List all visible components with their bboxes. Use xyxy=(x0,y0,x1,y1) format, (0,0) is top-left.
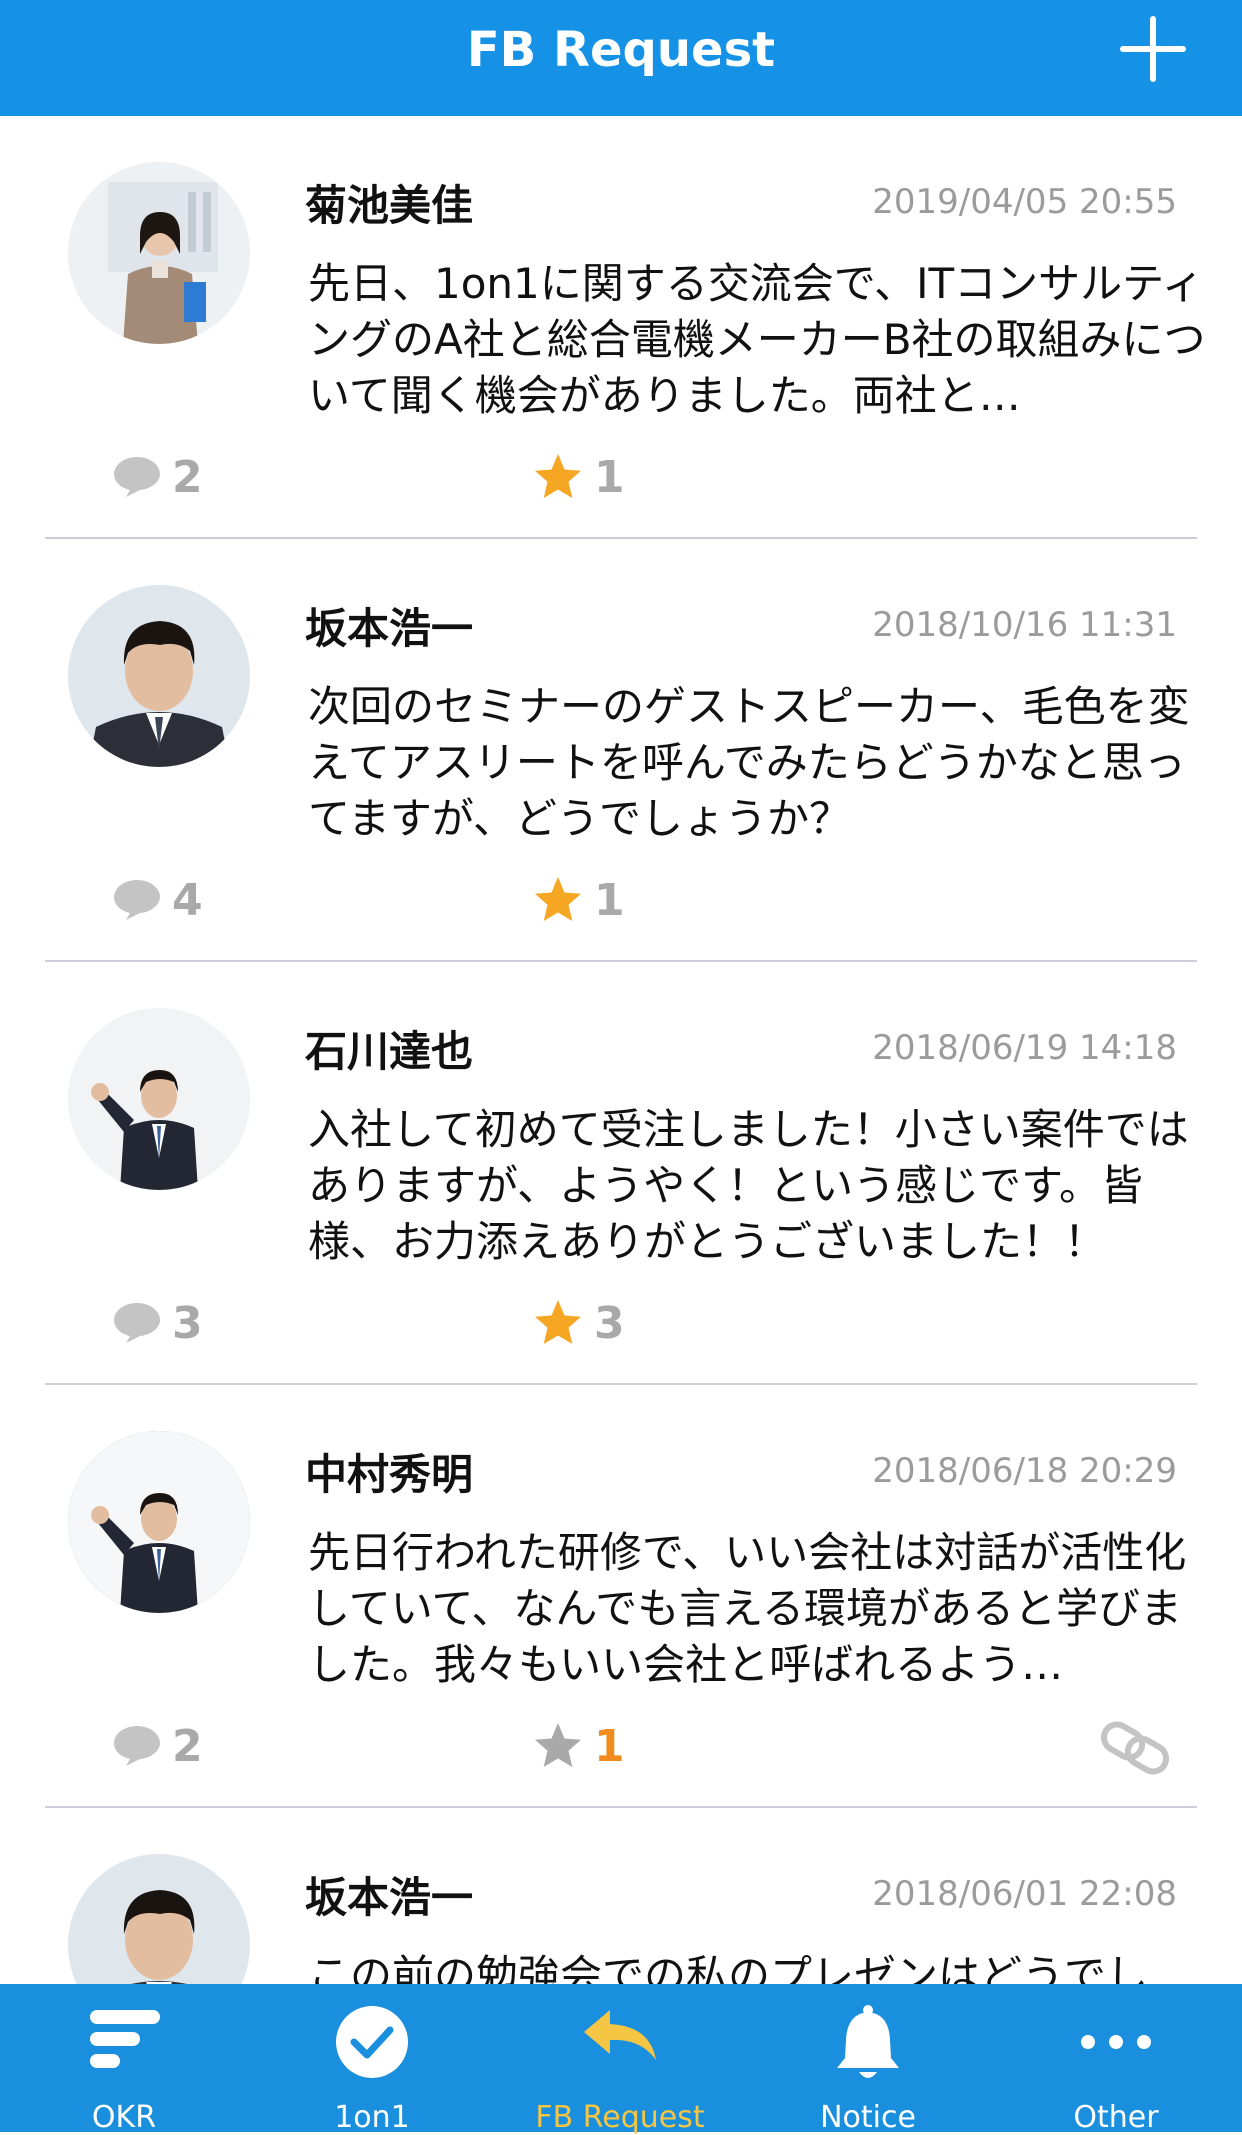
star-icon xyxy=(532,1298,584,1348)
more-dots-icon xyxy=(1076,2004,1156,2078)
avatar[interactable] xyxy=(68,585,250,767)
tab-label: Notice xyxy=(820,2100,916,2135)
author-name: 坂本浩一 xyxy=(305,1873,474,1922)
star-count-button[interactable]: 3 xyxy=(532,1295,625,1351)
tab-fb-request[interactable]: FB Request xyxy=(496,1984,744,2135)
feed-item[interactable]: 坂本浩一 2018/10/16 11:31 次回のセミナーのゲストスピーカー、毛… xyxy=(0,539,1242,962)
post-timestamp: 2018/10/16 11:31 xyxy=(872,605,1177,645)
feed-item[interactable]: 石川達也 2018/06/19 14:18 入社して初めて受注しました！小さい案… xyxy=(0,962,1242,1385)
reply-arrow-icon xyxy=(580,2004,660,2068)
comment-bubble-icon xyxy=(112,878,162,922)
avatar-man-photo xyxy=(68,1854,250,1984)
post-timestamp: 2018/06/19 14:18 xyxy=(872,1028,1177,1068)
tab-label: OKR xyxy=(91,2100,157,2135)
tab-1on1[interactable]: 1on1 xyxy=(248,1984,496,2135)
author-name: 中村秀明 xyxy=(305,1450,474,1499)
comment-bubble-icon xyxy=(112,455,162,499)
tab-label: FB Request xyxy=(535,2100,705,2135)
comment-count-button[interactable]: 3 xyxy=(112,1295,203,1351)
avatar[interactable] xyxy=(68,1431,250,1613)
star-icon xyxy=(532,875,584,925)
author-name: 石川達也 xyxy=(305,1027,474,1076)
star-count-button[interactable]: 1 xyxy=(532,449,625,505)
comment-bubble-icon xyxy=(112,1724,162,1768)
comment-count: 3 xyxy=(172,1297,203,1349)
tab-label: Other xyxy=(1073,2100,1159,2135)
bell-icon xyxy=(833,2004,903,2088)
post-body: この前の勉強会での私のプレゼンはどうでし xyxy=(308,1951,1149,1984)
tab-bar: OKR 1on1 FB Request Notice Other xyxy=(0,1984,1242,2135)
feed-list[interactable]: 菊池美佳 2019/04/05 20:55 先日、1on1に関する交流会で、IT… xyxy=(0,116,1242,1984)
comment-count-button[interactable]: 2 xyxy=(112,1718,203,1774)
star-icon xyxy=(532,452,584,502)
avatar[interactable] xyxy=(68,1008,250,1190)
link-icon[interactable] xyxy=(1098,1720,1172,1780)
star-count: 3 xyxy=(594,1297,625,1349)
check-circle-icon xyxy=(334,2004,410,2084)
post-timestamp: 2018/06/18 20:29 xyxy=(872,1451,1177,1491)
tab-okr[interactable]: OKR xyxy=(0,1984,248,2135)
avatar[interactable] xyxy=(68,162,250,344)
author-name: 坂本浩一 xyxy=(305,604,474,653)
feed-item[interactable]: 坂本浩一 2018/06/01 22:08 この前の勉強会での私のプレゼンはどう… xyxy=(0,1808,1242,1984)
avatar-man-fist-photo xyxy=(68,1431,250,1613)
nav-header: FB Request xyxy=(0,0,1242,116)
feed-item[interactable]: 中村秀明 2018/06/18 20:29 先日行われた研修で、いい会社は対話が… xyxy=(0,1385,1242,1808)
avatar-woman-photo xyxy=(68,162,250,344)
author-name: 菊池美佳 xyxy=(305,181,474,230)
post-body: 先日、1on1に関する交流会で、ITコンサルティングのA社と総合電機メーカーB社… xyxy=(308,259,1206,420)
add-request-button[interactable] xyxy=(1120,16,1186,82)
comment-count: 2 xyxy=(172,451,203,503)
avatar-man-fist-photo xyxy=(68,1008,250,1190)
avatar-man-photo xyxy=(68,585,250,767)
comment-count-button[interactable]: 4 xyxy=(112,872,203,928)
page-title: FB Request xyxy=(466,22,776,78)
star-outline-icon xyxy=(532,1721,584,1771)
avatar[interactable] xyxy=(68,1854,250,1984)
star-count-button[interactable]: 1 xyxy=(532,1718,625,1774)
okr-icon xyxy=(84,2004,164,2078)
star-count-button[interactable]: 1 xyxy=(532,872,625,928)
star-count: 1 xyxy=(594,874,625,926)
tab-other[interactable]: Other xyxy=(992,1984,1240,2135)
post-timestamp: 2018/06/01 22:08 xyxy=(872,1874,1177,1914)
comment-bubble-icon xyxy=(112,1301,162,1345)
tab-notice[interactable]: Notice xyxy=(744,1984,992,2135)
tab-label: 1on1 xyxy=(334,2100,410,2135)
feed-item[interactable]: 菊池美佳 2019/04/05 20:55 先日、1on1に関する交流会で、IT… xyxy=(0,116,1242,539)
comment-count: 4 xyxy=(172,874,203,926)
star-count: 1 xyxy=(594,451,625,503)
comment-count: 2 xyxy=(172,1720,203,1772)
post-body: 先日行われた研修で、いい会社は対話が活性化していて、なんでも言える環境があると学… xyxy=(308,1528,1187,1689)
post-body: 入社して初めて受注しました！小さい案件ではありますが、ようやく！という感じです。… xyxy=(308,1105,1189,1266)
post-timestamp: 2019/04/05 20:55 xyxy=(872,182,1177,222)
star-count: 1 xyxy=(594,1720,625,1772)
post-body: 次回のセミナーのゲストスピーカー、毛色を変えてアスリートを呼んでみたらどうかなと… xyxy=(308,682,1190,843)
comment-count-button[interactable]: 2 xyxy=(112,449,203,505)
